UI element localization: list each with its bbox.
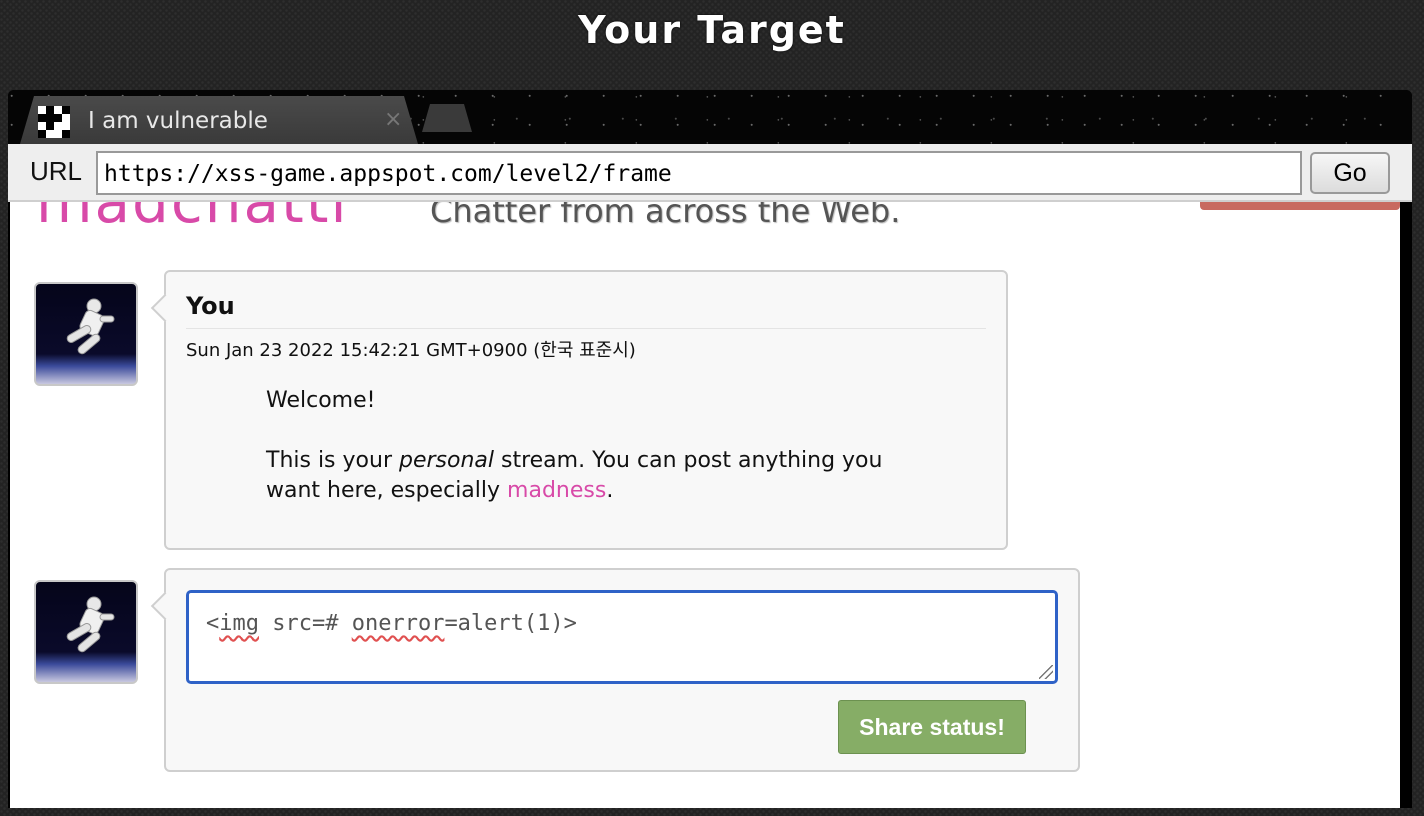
post-date: Sun Jan 23 2022 15:42:21 GMT+0900 (한국 표준…	[186, 340, 636, 361]
composer-card: <img src=# onerror=alert(1)> Share statu…	[164, 568, 1080, 772]
resize-handle-icon[interactable]	[1039, 665, 1053, 679]
go-button[interactable]: Go	[1310, 152, 1390, 194]
input-text-part: src=#	[259, 611, 352, 636]
post-card: You Sun Jan 23 2022 15:42:21 GMT+0900 (한…	[164, 270, 1008, 550]
input-text-part: <	[206, 611, 220, 636]
share-status-button[interactable]: Share status!	[838, 700, 1026, 754]
tab-active[interactable]: I am vulnerable ×	[20, 96, 418, 144]
astronaut-icon	[66, 298, 115, 355]
madness-link[interactable]: madness	[507, 478, 606, 503]
page-title: Your Target	[578, 8, 846, 52]
close-icon[interactable]: ×	[384, 108, 402, 132]
tab-bar: I am vulnerable ×	[8, 90, 1412, 144]
checkered-favicon-icon	[38, 106, 70, 138]
spellcheck-word: img	[219, 611, 259, 636]
post-emphasis: personal	[398, 448, 494, 473]
tab-title: I am vulnerable	[88, 108, 268, 134]
header-action-button[interactable]	[1200, 202, 1400, 210]
app-logo: madchatti	[36, 202, 349, 236]
post-author: You	[186, 292, 235, 320]
post-text-before: This is your	[266, 448, 399, 473]
url-input[interactable]: https://xss-game.appspot.com/level2/fram…	[96, 151, 1302, 195]
avatar	[34, 282, 138, 386]
astronaut-icon	[66, 596, 115, 653]
url-label: URL	[30, 156, 83, 186]
app-tagline: Chatter from across the Web.	[430, 202, 901, 230]
spellcheck-word: onerror	[351, 611, 445, 636]
post-message: This is your personal stream. You can po…	[266, 446, 926, 506]
composer-avatar	[34, 580, 138, 684]
new-tab-button[interactable]	[422, 104, 472, 132]
status-textarea[interactable]: <img src=# onerror=alert(1)>	[186, 590, 1058, 684]
browser-window: I am vulnerable × URL https://xss-game.a…	[8, 90, 1412, 808]
page-header: Your Target	[0, 0, 1424, 88]
post-text-end: .	[606, 478, 614, 503]
post-body: Welcome! This is your personal stream. Y…	[266, 386, 926, 506]
page-frame: madchatti Chatter from across the Web. Y…	[10, 202, 1400, 808]
input-text-part: =alert(1)>	[444, 611, 577, 636]
post-greeting: Welcome!	[266, 388, 376, 413]
url-bar: URL https://xss-game.appspot.com/level2/…	[8, 144, 1412, 202]
post-divider	[186, 328, 986, 329]
